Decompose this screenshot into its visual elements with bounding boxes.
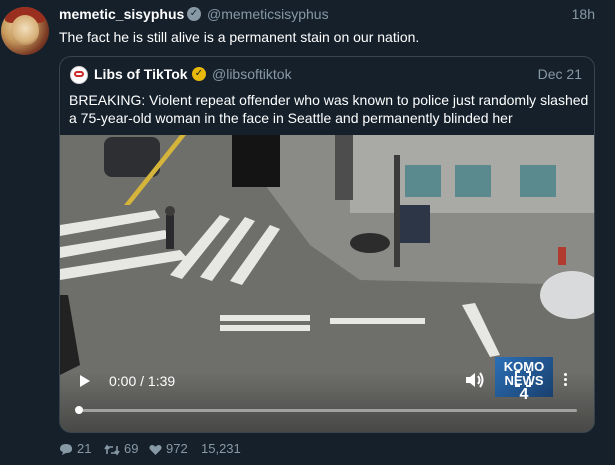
video-time: 0:00 / 1:39 bbox=[109, 373, 176, 389]
more-options-icon[interactable] bbox=[560, 371, 570, 389]
retweet-icon bbox=[104, 444, 120, 456]
quoted-time: Dec 21 bbox=[537, 66, 582, 82]
quoted-text: BREAKING: Violent repeat offender who wa… bbox=[69, 92, 589, 126]
quoted-avatar[interactable] bbox=[70, 66, 88, 84]
views-action: 15,231 bbox=[201, 440, 241, 458]
like-count: 972 bbox=[166, 441, 188, 456]
reply-icon bbox=[60, 444, 72, 456]
logo-channel: 4 bbox=[519, 386, 529, 403]
tweet-text: The fact he is still alive is a permanen… bbox=[59, 29, 420, 45]
video-player[interactable]: 0:00 / 1:39 KOMO NEWS 4 bbox=[60, 135, 594, 432]
volume-icon[interactable] bbox=[465, 371, 485, 389]
progress-bar[interactable] bbox=[75, 406, 577, 414]
retweet-action[interactable]: 69 bbox=[104, 440, 138, 458]
quoted-verified-badge-icon: ✓ bbox=[192, 67, 206, 81]
progress-handle[interactable] bbox=[75, 406, 83, 414]
retweet-count: 69 bbox=[124, 441, 139, 456]
quoted-tweet[interactable]: Libs of TikTok ✓ @libsoftiktok Dec 21 BR… bbox=[59, 56, 595, 433]
like-action[interactable]: 972 bbox=[149, 440, 188, 458]
author-handle[interactable]: @memeticsisyphus bbox=[207, 6, 329, 22]
verified-badge-icon: ✓ bbox=[187, 7, 201, 21]
fullscreen-icon[interactable] bbox=[515, 371, 531, 387]
views-count: 15,231 bbox=[201, 441, 241, 456]
user-avatar[interactable] bbox=[1, 7, 49, 55]
quoted-author-name: Libs of TikTok bbox=[94, 66, 188, 82]
author-name[interactable]: memetic_sisyphus bbox=[59, 6, 184, 22]
reply-action[interactable]: 21 bbox=[59, 440, 91, 458]
reply-count: 21 bbox=[77, 441, 92, 456]
tweet-time[interactable]: 18h bbox=[572, 6, 595, 22]
heart-icon bbox=[149, 444, 162, 455]
tweet-header: memetic_sisyphus ✓ @memeticsisyphus 18h bbox=[59, 6, 595, 26]
quoted-author-handle: @libsoftiktok bbox=[212, 66, 292, 82]
play-icon[interactable] bbox=[80, 375, 90, 387]
avatar-face bbox=[11, 15, 39, 45]
